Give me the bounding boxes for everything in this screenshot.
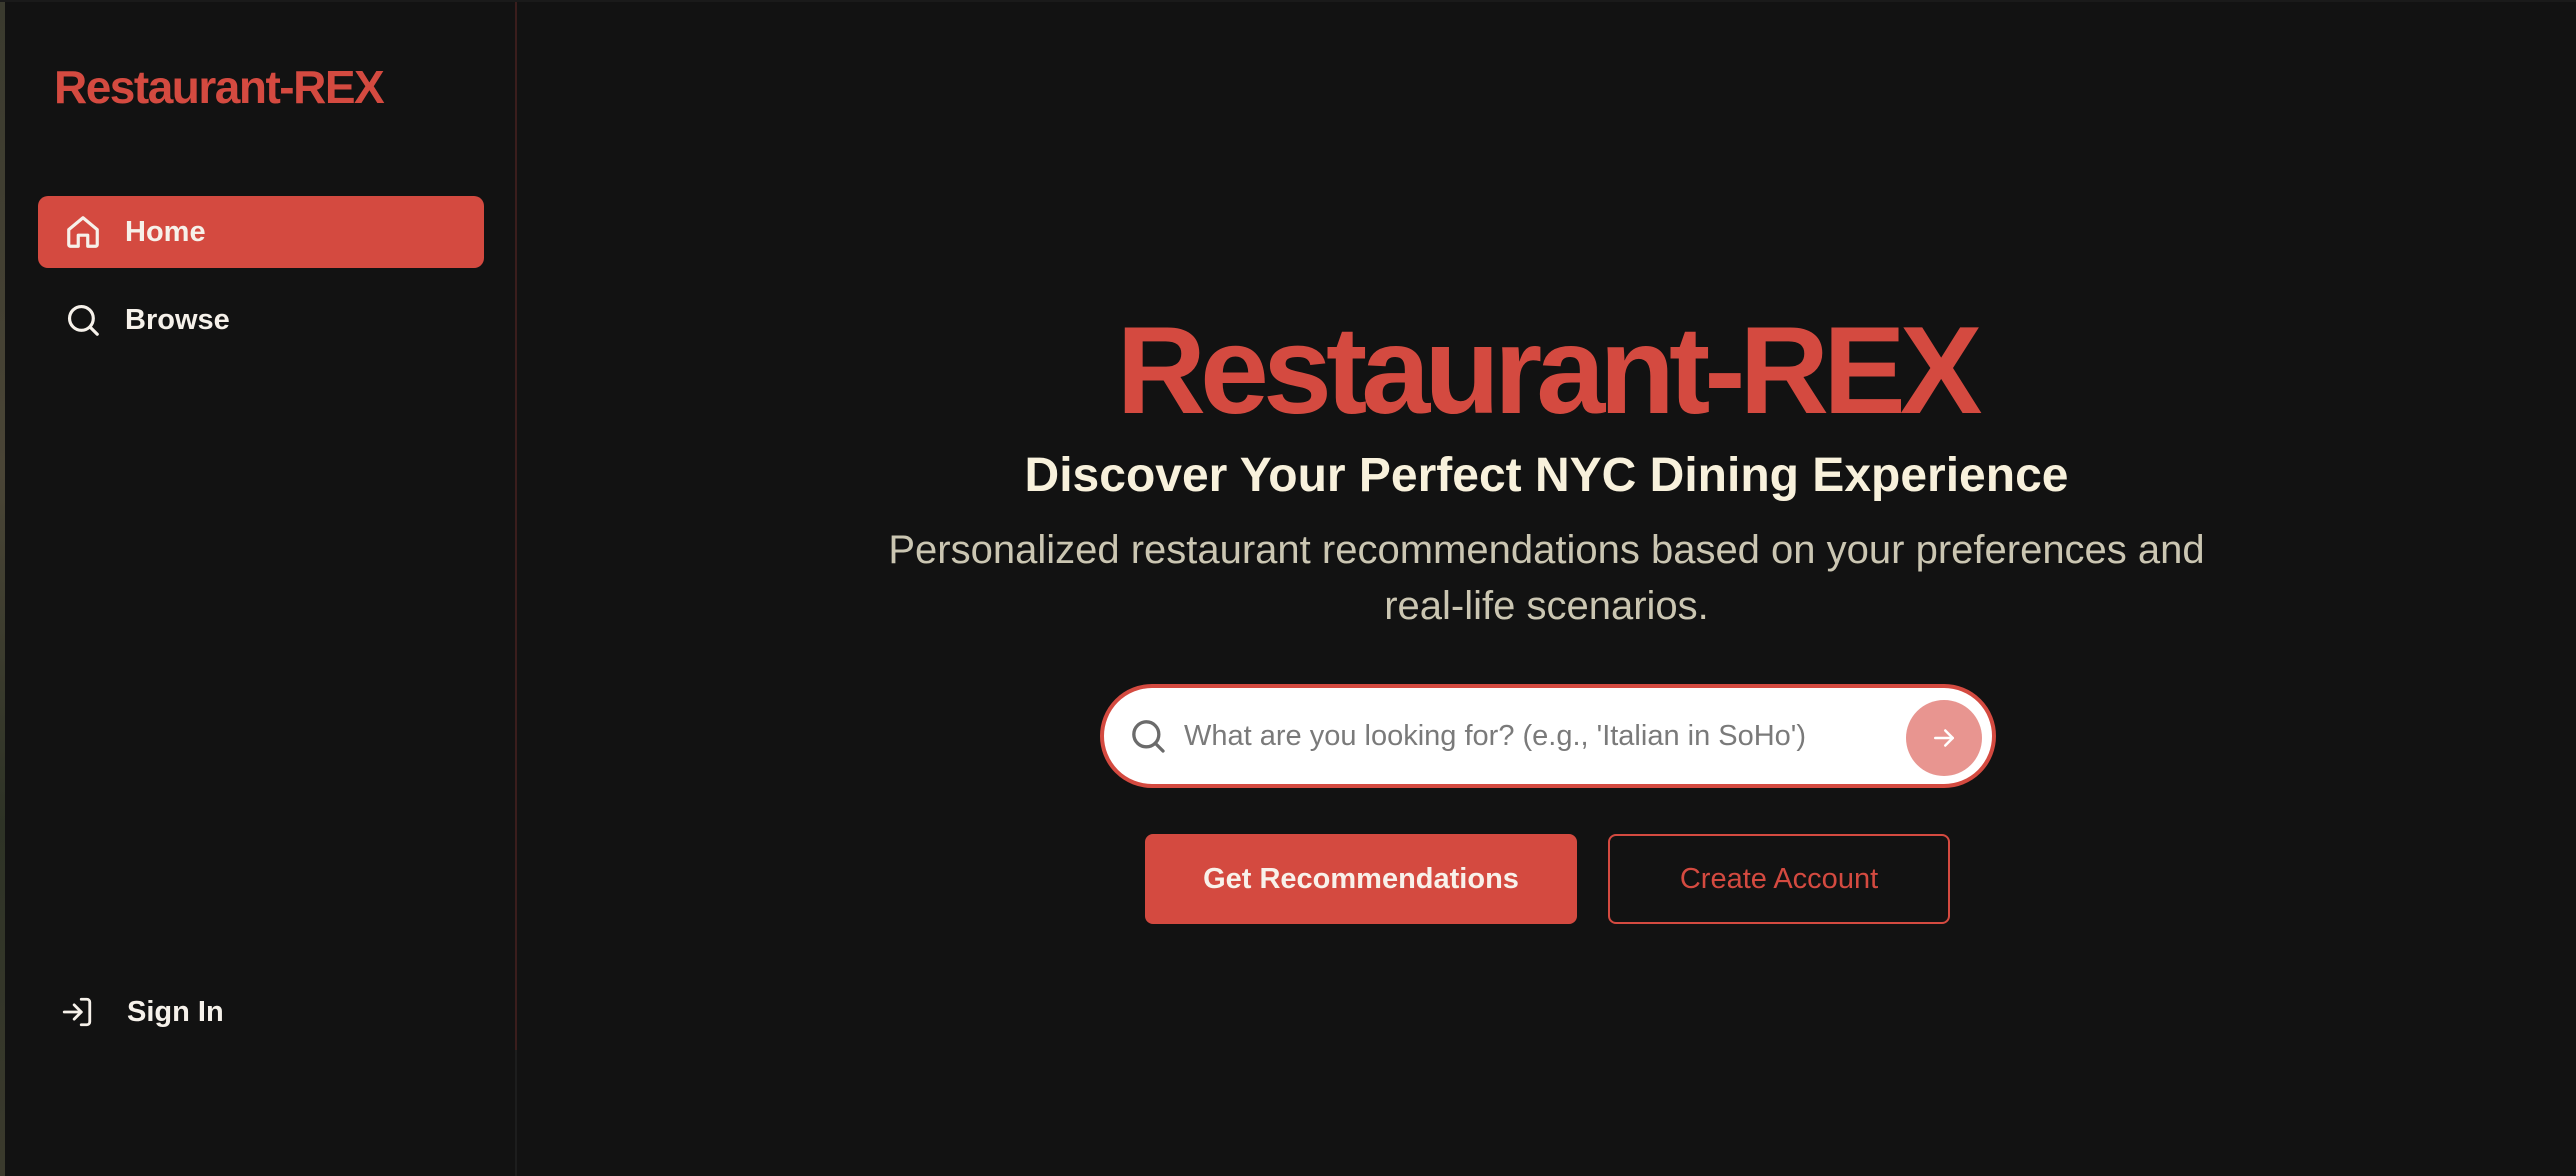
search-submit-button[interactable]: [1906, 700, 1982, 776]
app-window: Restaurant-REX Home Browse Sign In Resta…: [0, 0, 2576, 1176]
sign-in-button[interactable]: Sign In: [60, 992, 224, 1032]
hero-subtitle: Discover Your Perfect NYC Dining Experie…: [1024, 449, 2069, 502]
sign-in-label: Sign In: [127, 995, 224, 1028]
search-input[interactable]: [1184, 708, 1874, 764]
sidebar-item-label: Browse: [125, 303, 230, 336]
home-icon: [64, 213, 102, 251]
sidebar-item-home[interactable]: Home: [38, 196, 484, 268]
sign-in-icon: [60, 995, 94, 1029]
arrow-right-icon: [1929, 723, 1959, 753]
hero-title: Restaurant-REX: [1116, 302, 1983, 440]
sidebar-item-label: Home: [125, 215, 206, 248]
sidebar-brand-logo[interactable]: Restaurant-REX: [54, 60, 385, 114]
sidebar-item-browse[interactable]: Browse: [38, 284, 484, 356]
search-bar: [1100, 684, 1996, 788]
create-account-button[interactable]: Create Account: [1608, 834, 1950, 924]
sidebar: Restaurant-REX Home Browse Sign In: [5, 2, 517, 1050]
get-recommendations-button[interactable]: Get Recommendations: [1145, 834, 1577, 924]
hero-description: Personalized restaurant recommendations …: [888, 528, 2205, 628]
search-icon: [1128, 716, 1168, 756]
search-icon: [64, 301, 102, 339]
sidebar-divider: [515, 1050, 517, 1176]
